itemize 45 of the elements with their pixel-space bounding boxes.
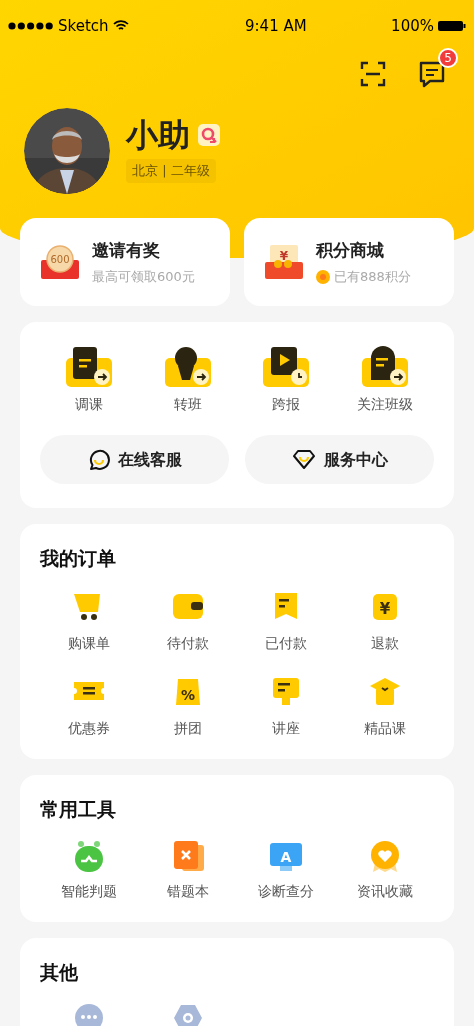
order-item[interactable]: 待付款 (138, 588, 237, 654)
message-icon[interactable] (418, 60, 446, 88)
section-title: 我的订单 (40, 546, 117, 571)
quick-action[interactable]: 转班 (138, 346, 237, 415)
battery-icon (438, 20, 466, 32)
section-title: 其他 (40, 960, 79, 985)
tool-item[interactable]: A 诊断查分 (237, 839, 336, 902)
order-item[interactable]: 购课单 (40, 588, 139, 654)
wifi-icon (112, 20, 129, 32)
carrier-name: Sketch (58, 15, 109, 37)
quick-action[interactable]: 关注班级 (335, 346, 434, 415)
promo-card[interactable]: 600 邀请有奖 最高可领取600元 (20, 218, 230, 306)
person-icon (163, 346, 212, 388)
signal-icon (8, 22, 54, 30)
chat-icon (87, 448, 110, 471)
tool-item[interactable]: 资讯收藏 (335, 839, 434, 902)
promo-card[interactable]: ¥ 积分商城 已有888积分 (244, 218, 454, 306)
diamond-icon (291, 449, 316, 470)
promo-subtitle: 最高可领取600元 (92, 268, 195, 286)
section-title: 常用工具 (40, 796, 117, 822)
document-icon (360, 346, 409, 388)
quick-action[interactable]: 跨报 (237, 346, 336, 415)
order-item[interactable]: ¥ 退款 (335, 588, 434, 654)
order-item[interactable]: 讲座 (237, 673, 336, 739)
service-button[interactable]: 在线客服 (40, 435, 229, 484)
order-item[interactable]: % 拼团 (138, 673, 237, 739)
scan-icon[interactable] (360, 61, 386, 87)
book-icon (65, 346, 114, 388)
tool-item[interactable]: 智能判题 (40, 839, 139, 902)
order-item[interactable]: 已付款 (237, 588, 336, 654)
service-button[interactable]: 服务中心 (245, 435, 434, 484)
user-tags: 北京 | 二年级 (126, 159, 216, 183)
order-item[interactable]: 精品课 (335, 673, 434, 739)
promo-title: 积分商城 (316, 238, 385, 262)
video-icon (262, 346, 311, 388)
tool-item[interactable]: 错题本 (138, 839, 237, 902)
promo-title: 邀请有奖 (92, 238, 161, 262)
notification-badge: 5 (438, 48, 458, 68)
coin-icon (316, 269, 330, 284)
promo-subtitle: 已有888积分 (334, 268, 411, 286)
quick-action[interactable]: 调课 (40, 346, 139, 415)
status-time: 9:41 AM (245, 15, 307, 37)
order-item[interactable]: 优惠券 (40, 673, 139, 739)
user-name: 小助 (126, 119, 190, 152)
battery-percent: 100% (391, 15, 434, 37)
